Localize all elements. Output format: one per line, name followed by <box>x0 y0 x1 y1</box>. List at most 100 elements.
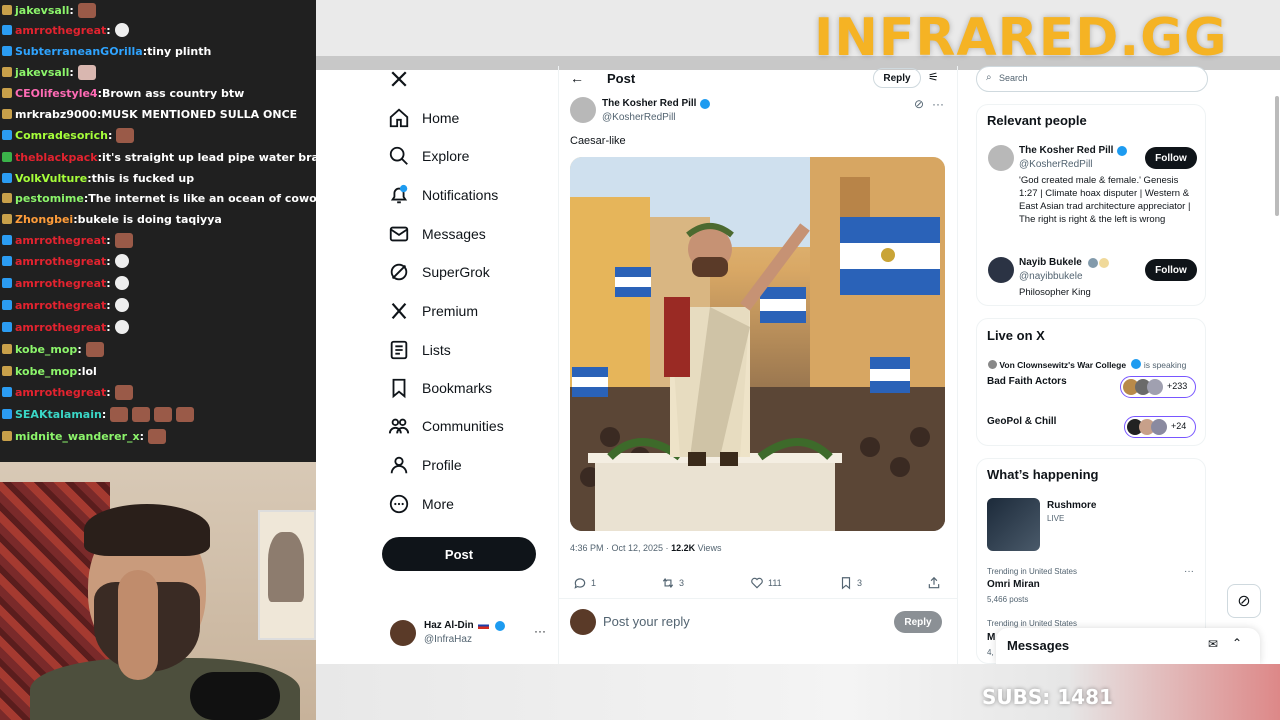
author-name[interactable]: The Kosher Red Pill <box>602 98 696 109</box>
space-title[interactable]: Bad Faith Actors <box>987 376 1067 387</box>
scrollbar[interactable] <box>1275 96 1279 216</box>
chat-username[interactable]: midnite_wanderer_x <box>15 430 140 443</box>
bell-icon <box>390 184 408 204</box>
reply-submit-button[interactable]: Reply <box>894 611 942 633</box>
reply-input[interactable]: Post your reply <box>603 614 883 629</box>
chat-username[interactable]: Comradesorich <box>15 129 108 142</box>
more-icon[interactable]: ··· <box>932 97 944 111</box>
nav-item-supergrok[interactable]: SuperGrok <box>388 257 490 287</box>
nav-item-bookmarks[interactable]: Bookmarks <box>388 373 492 403</box>
search-box[interactable]: ⌕ Search <box>976 66 1208 92</box>
chat-username[interactable]: amrrothegreat <box>15 386 106 399</box>
follow-button[interactable]: Follow <box>1145 147 1197 169</box>
chat-username[interactable]: jakevsall <box>15 4 69 17</box>
search-icon: ⌕ <box>986 72 992 83</box>
sub-badge-icon <box>2 387 12 397</box>
chat-username[interactable]: amrrothegreat <box>15 24 106 37</box>
person-name[interactable]: Nayib Bukele <box>1019 257 1082 268</box>
sliders-icon[interactable]: ⚟ <box>928 70 939 84</box>
nav-item-more[interactable]: More <box>388 489 454 519</box>
person-handle[interactable]: @nayibbukele <box>1019 271 1083 282</box>
header-reply-button[interactable]: Reply <box>873 68 921 88</box>
space-title[interactable]: GeoPol & Chill <box>987 416 1056 427</box>
nav-item-notifications[interactable]: Notifications <box>388 180 498 210</box>
nav-item-explore[interactable]: Explore <box>388 141 469 171</box>
chat-message: amrrothegreat : <box>2 273 129 293</box>
space-host[interactable]: Von Clownsewitz's War College is speakin… <box>988 359 1186 370</box>
nav-item-communities[interactable]: Communities <box>388 411 504 441</box>
chat-username[interactable]: kobe_mop <box>15 365 77 378</box>
face-emote-icon <box>132 406 151 422</box>
view-count[interactable]: 12.2K <box>671 543 695 553</box>
chat-username[interactable]: VolkVulture <box>15 172 87 185</box>
chat-text: Brown ass country btw <box>102 86 245 100</box>
trend-title[interactable]: Omri Miran <box>987 579 1040 590</box>
author-handle[interactable]: @KosherRedPill <box>602 112 676 123</box>
sub-badge-icon <box>2 300 12 310</box>
nav-item-profile[interactable]: Profile <box>388 450 462 480</box>
post-image[interactable] <box>570 157 945 531</box>
list-icon <box>390 340 408 360</box>
chat-username[interactable]: kobe_mop <box>15 343 77 356</box>
compose-message-icon[interactable]: ✉ <box>1208 637 1218 651</box>
author-avatar[interactable] <box>570 97 596 123</box>
chat-message: SubterraneanGOrilla : tiny plinth <box>2 41 211 61</box>
space-listeners[interactable]: +24 <box>1124 416 1196 438</box>
chat-message: Comradesorich : <box>2 125 135 145</box>
chat-username[interactable]: pestomime <box>15 192 84 205</box>
chevron-up-icon[interactable]: ⌃ <box>1232 636 1242 650</box>
nav-item-messages[interactable]: Messages <box>388 219 486 249</box>
reply-action[interactable]: 1 <box>573 576 596 590</box>
nav-item-home[interactable]: Home <box>388 103 459 133</box>
grok-floating-button[interactable]: ⊘ <box>1227 584 1261 618</box>
nav-item-lists[interactable]: Lists <box>388 335 451 365</box>
chat-username[interactable]: amrrothegreat <box>15 321 106 334</box>
nav-item-premium[interactable]: Premium <box>388 296 478 326</box>
happening-thumbnail[interactable] <box>987 498 1040 551</box>
more-icon[interactable]: ··· <box>1184 566 1194 577</box>
reply-icon <box>574 578 586 589</box>
more-icon[interactable]: ··· <box>534 624 546 638</box>
chat-username[interactable]: mrkrabz9000 <box>15 108 97 121</box>
person-handle[interactable]: @KosherRedPill <box>1019 159 1093 170</box>
sub-badge-icon <box>2 278 12 288</box>
chat-message: jakevsall : <box>2 0 96 20</box>
chat-username[interactable]: amrrothegreat <box>15 277 106 290</box>
chat-message: amrrothegreat : <box>2 230 133 250</box>
happening-title[interactable]: Rushmore <box>1047 500 1096 511</box>
repost-action[interactable]: 3 <box>661 576 684 590</box>
share-action[interactable] <box>927 576 945 590</box>
skull-emote-icon <box>114 276 129 290</box>
bookmark-action[interactable]: 3 <box>839 576 862 590</box>
chat-username[interactable]: Zhongbei <box>15 213 73 226</box>
compose-post-button[interactable]: Post <box>382 537 536 571</box>
chat-username[interactable]: CEOlifestyle4 <box>15 87 98 100</box>
like-action[interactable]: 111 <box>750 576 782 590</box>
chat-message: amrrothegreat : <box>2 295 129 315</box>
follow-button[interactable]: Follow <box>1145 259 1197 281</box>
chat-username[interactable]: SEAKtalamain <box>15 408 102 421</box>
search-input[interactable]: Search <box>999 73 1028 83</box>
back-arrow-icon[interactable]: ← <box>570 70 584 86</box>
repost-count: 3 <box>679 578 685 588</box>
trend-title[interactable]: M <box>987 632 995 643</box>
chat-username[interactable]: SubterraneanGOrilla <box>15 45 143 58</box>
chat-text: it's straight up lead pipe water brain <box>102 150 316 164</box>
chat-username[interactable]: theblackpack <box>15 151 98 164</box>
chat-username[interactable]: amrrothegreat <box>15 234 106 247</box>
sub-badge-icon <box>2 409 12 419</box>
chat-username[interactable]: jakevsall <box>15 66 69 79</box>
chat-separator: : <box>69 3 74 17</box>
messages-drawer[interactable]: Messages ✉ ⌃ <box>996 628 1260 664</box>
account-switcher[interactable]: Haz Al-Din @InfraHaz ··· <box>390 620 550 652</box>
grok-icon[interactable]: ⊘ <box>914 97 924 111</box>
avatar[interactable] <box>988 257 1014 283</box>
chat-username[interactable]: amrrothegreat <box>15 255 106 268</box>
x-logo-icon[interactable] <box>390 68 408 94</box>
chat-username[interactable]: amrrothegreat <box>15 299 106 312</box>
chat-message: VolkVulture : this is fucked up <box>2 168 194 188</box>
avatar[interactable] <box>988 145 1014 171</box>
space-listeners[interactable]: +233 <box>1120 376 1196 398</box>
heart-icon <box>751 577 763 589</box>
person-name[interactable]: The Kosher Red Pill <box>1019 145 1113 156</box>
